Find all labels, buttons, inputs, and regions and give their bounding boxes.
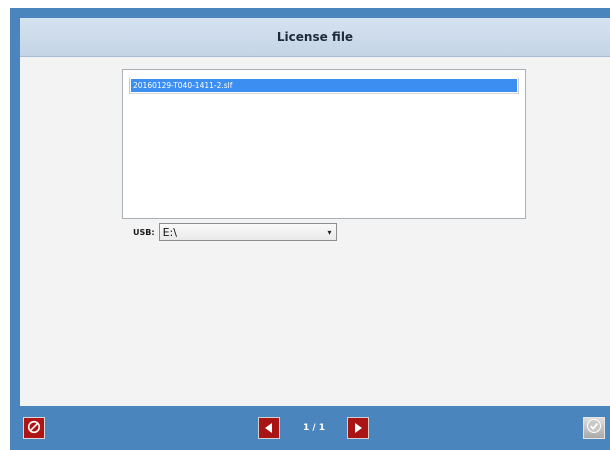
cancel-button[interactable] xyxy=(23,417,45,439)
page-indicator: 1 / 1 xyxy=(302,423,326,433)
usb-drive-select[interactable]: E:\ ▾ xyxy=(158,223,337,241)
usb-drive-value: E:\ xyxy=(162,225,177,239)
file-list[interactable]: 20160129-T040-1411-2.slf xyxy=(122,69,526,219)
previous-page-button[interactable] xyxy=(258,417,280,439)
window-frame: License file 20160129-T040-1411-2.slf US… xyxy=(10,8,610,450)
usb-row: USB: E:\ ▾ xyxy=(133,222,337,242)
checkmark-icon xyxy=(586,418,602,438)
next-page-button[interactable] xyxy=(347,417,369,439)
file-list-items: 20160129-T040-1411-2.slf xyxy=(129,78,519,94)
bottom-toolbar: 1 / 1 xyxy=(10,406,610,450)
dialog-content: License file 20160129-T040-1411-2.slf US… xyxy=(20,18,610,416)
arrow-right-icon xyxy=(352,419,364,438)
confirm-button[interactable] xyxy=(583,417,605,439)
file-list-item-selected[interactable]: 20160129-T040-1411-2.slf xyxy=(131,79,517,92)
cancel-icon xyxy=(27,419,41,438)
arrow-left-icon xyxy=(263,419,275,438)
dialog-title: License file xyxy=(276,30,354,44)
usb-label: USB: xyxy=(133,227,155,237)
chevron-down-icon: ▾ xyxy=(327,227,332,237)
title-bar: License file xyxy=(20,18,610,57)
